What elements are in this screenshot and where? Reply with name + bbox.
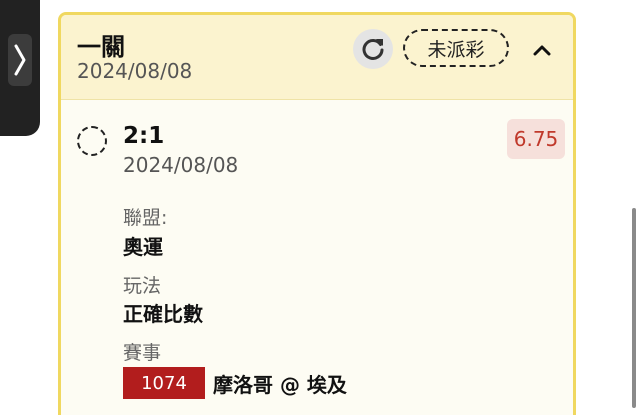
event-code-badge: 1074 [123,367,205,399]
scrollbar[interactable] [632,208,636,408]
bet-card: 一關 2024/08/08 未派彩 2:1 2024/08/08 6.75 聯盟… [58,12,576,415]
event-label: 賽事 [123,342,162,364]
league-value: 奧運 [123,235,163,259]
selection-score: 2:1 [123,123,165,149]
odds-badge: 6.75 [507,119,565,159]
status-badge: 未派彩 [403,29,509,67]
collapse-button[interactable] [527,35,557,65]
bet-card-header[interactable]: 一關 2024/08/08 未派彩 [61,15,573,100]
market-value: 正確比數 [123,302,203,326]
refresh-icon [362,39,384,60]
bet-date: 2024/08/08 [77,59,193,83]
bet-slip-screen: 一關 2024/08/08 未派彩 2:1 2024/08/08 6.75 聯盟… [0,0,640,415]
event-row: 1074 摩洛哥 @ 埃及 [123,367,347,399]
selection-status-icon [77,126,107,156]
event-name: 摩洛哥 @ 埃及 [213,372,347,397]
bet-type-title: 一關 [77,33,125,61]
chevron-up-icon [533,45,551,56]
market-label: 玩法 [123,275,162,297]
side-panel [0,0,40,136]
selection-date: 2024/08/08 [123,153,239,177]
side-panel-toggle[interactable] [8,34,32,86]
chevron-right-icon [14,44,26,76]
league-label: 聯盟: [123,207,168,229]
refresh-button[interactable] [353,29,393,69]
